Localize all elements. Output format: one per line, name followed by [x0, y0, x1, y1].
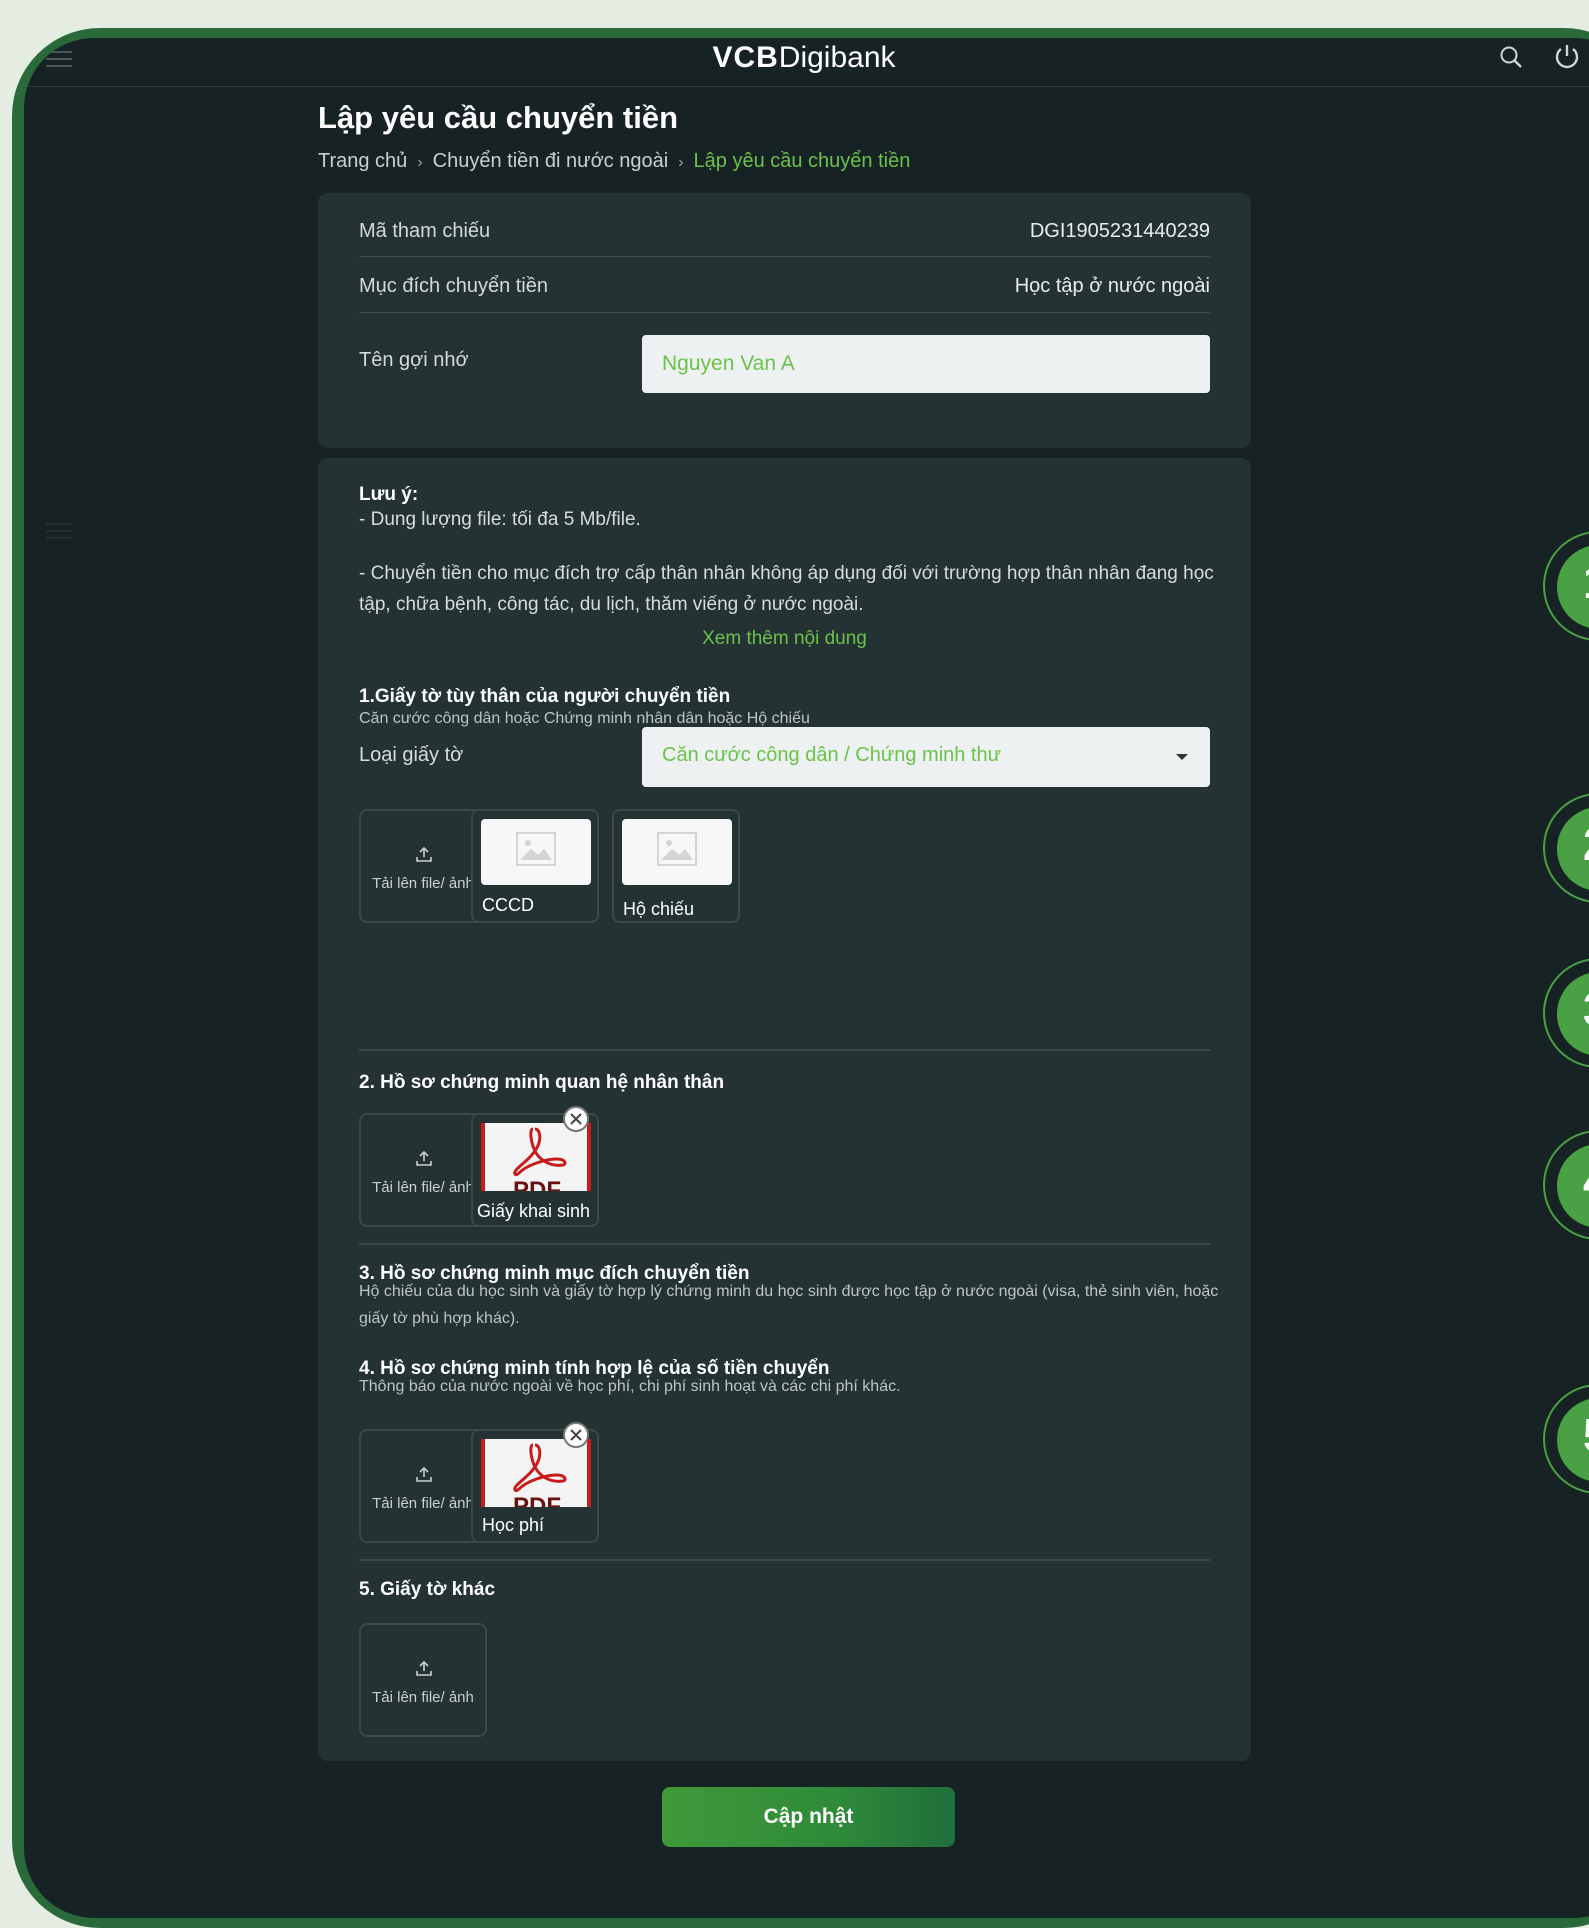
section-2-title: 2. Hồ sơ chứng minh quan hệ nhân thân — [359, 1072, 725, 1093]
file-name: CCCD — [482, 895, 534, 915]
upload-icon — [415, 1465, 433, 1488]
file-name: Học phí — [482, 1515, 545, 1535]
note-title: Lưu ý: — [359, 484, 419, 505]
page-title: Lập yêu cầu chuyển tiền — [318, 100, 679, 135]
upload-button-section-1[interactable]: Tải lên file/ ảnh — [359, 809, 487, 923]
breadcrumb-overseas-transfer[interactable]: Chuyển tiền đi nước ngoài — [433, 150, 669, 173]
upload-label: Tải lên file/ ảnh — [372, 1689, 474, 1706]
step-indicator-4: 4 — [1543, 1130, 1589, 1240]
divider — [359, 312, 1210, 313]
upload-icon — [415, 1659, 433, 1682]
upload-label: Tải lên file/ ảnh — [372, 1179, 474, 1196]
remove-file-icon[interactable] — [563, 1422, 589, 1448]
see-more-link[interactable]: Xem thêm nội dung — [318, 628, 1251, 650]
menu-icon[interactable] — [46, 46, 72, 72]
breadcrumb-home[interactable]: Trang chủ — [318, 150, 407, 173]
step-indicator-3: 3 — [1543, 958, 1589, 1068]
step-indicator-1: 1 — [1543, 531, 1589, 641]
doc-type-select[interactable]: Căn cước công dân / Chứng minh thư — [642, 727, 1210, 787]
chevron-right-icon: › — [417, 154, 423, 171]
search-icon[interactable] — [1498, 44, 1524, 75]
pdf-icon: PDF — [481, 1439, 591, 1507]
purpose-label: Mục đích chuyển tiền — [359, 275, 548, 297]
nickname-label: Tên gợi nhớ — [359, 349, 469, 371]
step-indicator-5: 5 — [1543, 1384, 1589, 1494]
upload-icon — [415, 1149, 433, 1172]
divider — [359, 1559, 1210, 1561]
reference-value: DGI1905231440239 — [1029, 220, 1210, 242]
doc-type-value: Căn cước công dân / Chứng minh thư — [662, 744, 1002, 766]
file-thumbnail-cccd[interactable]: CCCD — [471, 809, 599, 923]
top-bar: VCBDigibank — [24, 38, 1589, 87]
file-name: Hộ chiếu — [623, 899, 695, 919]
divider — [359, 1049, 1210, 1051]
nickname-input[interactable] — [642, 335, 1210, 393]
reference-row: Mã tham chiếu DGI1905231440239 — [359, 220, 1210, 243]
section-5-title: 5. Giấy tờ khác — [359, 1579, 496, 1600]
remove-file-icon[interactable] — [563, 1106, 589, 1132]
step-indicator-2: 2 — [1543, 793, 1589, 903]
chevron-right-icon: › — [678, 154, 684, 171]
upload-button-section-5[interactable]: Tải lên file/ ảnh — [359, 1623, 487, 1737]
purpose-value: Học tập ở nước ngoài — [1014, 275, 1210, 297]
documents-card: Lưu ý: - Dung lượng file: tối đa 5 Mb/fi… — [318, 458, 1251, 1761]
doc-type-label: Loại giấy tờ — [359, 744, 464, 766]
divider — [359, 1243, 1210, 1245]
caret-down-icon — [1176, 754, 1188, 760]
background-menu-icon — [46, 518, 72, 544]
upload-label: Tải lên file/ ảnh — [372, 1495, 474, 1512]
brand-logo: VCBDigibank — [712, 41, 896, 74]
reference-label: Mã tham chiếu — [359, 220, 491, 242]
section-4-subtitle: Thông báo của nước ngoài về học phí, chi… — [359, 1378, 901, 1395]
upload-button-section-4[interactable]: Tải lên file/ ảnh — [359, 1429, 487, 1543]
note-restriction: - Chuyển tiền cho mục đích trợ cấp thân … — [359, 563, 1214, 615]
image-placeholder-icon — [481, 819, 591, 885]
purpose-row: Mục đích chuyển tiền Học tập ở nước ngoà… — [359, 275, 1210, 298]
upload-button-section-2[interactable]: Tải lên file/ ảnh — [359, 1113, 487, 1227]
section-3-subtitle: Hộ chiếu của du học sinh và giấy tờ hợp … — [359, 1283, 1219, 1327]
upload-label: Tải lên file/ ảnh — [372, 875, 474, 892]
breadcrumb: Trang chủ › Chuyển tiền đi nước ngoài › Lập … — [318, 150, 910, 173]
file-thumbnail-passport[interactable]: Hộ chiếu — [612, 809, 740, 923]
image-placeholder-icon — [622, 819, 732, 885]
power-icon[interactable] — [1552, 42, 1582, 77]
upload-icon — [415, 845, 433, 868]
breadcrumb-current: Lập yêu cầu chuyển tiền — [693, 150, 911, 172]
update-button[interactable]: Cập nhật — [662, 1787, 955, 1847]
divider — [359, 256, 1210, 257]
transfer-summary-card: Mã tham chiếu DGI1905231440239 Mục đích … — [318, 193, 1251, 448]
pdf-icon: PDF — [481, 1123, 591, 1191]
note-file-size: - Dung lượng file: tối đa 5 Mb/file. — [359, 509, 641, 530]
file-name: Giấy khai sinh — [477, 1201, 591, 1221]
